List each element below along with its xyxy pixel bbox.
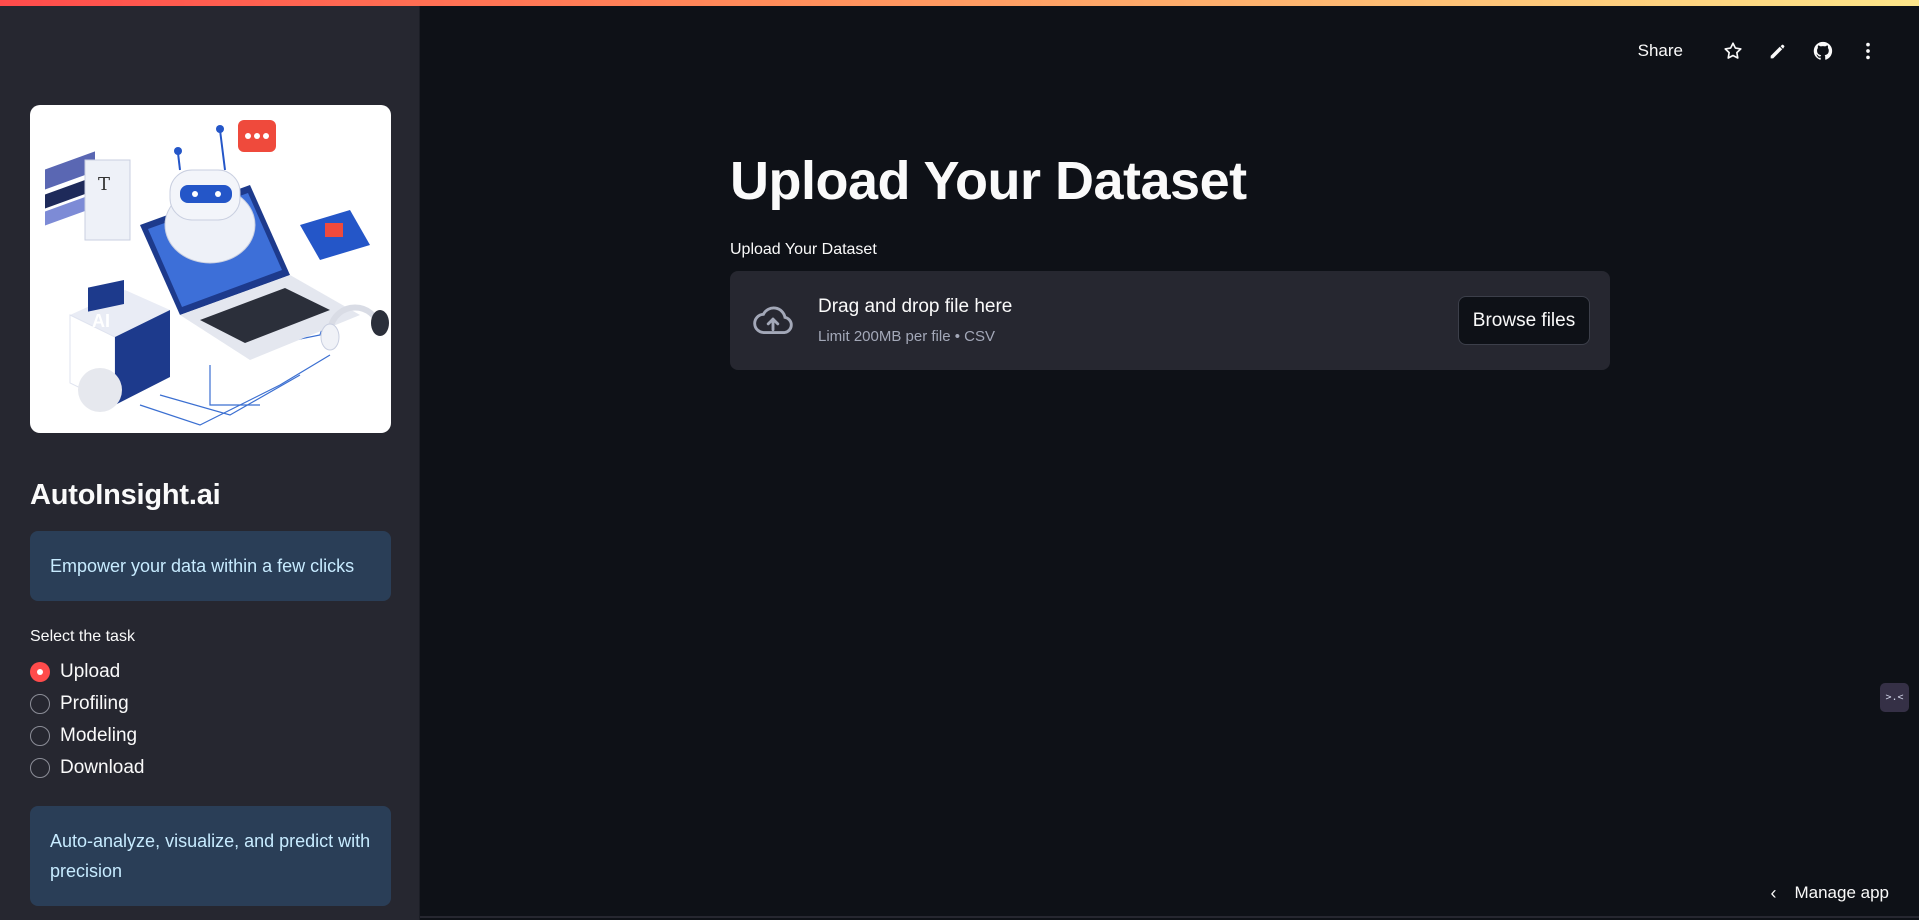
task-radio-group: Upload Profiling Modeling Download	[30, 656, 391, 784]
footer-info-box: Auto-analyze, visualize, and predict wit…	[30, 806, 391, 906]
radio-option-label: Profiling	[60, 693, 129, 714]
radio-option-label: Download	[60, 757, 145, 778]
share-button[interactable]: Share	[1626, 41, 1695, 61]
radio-selected-indicator[interactable]	[30, 662, 50, 682]
sidebar-content: T AI AutoInsight.ai Empower your data wi…	[30, 105, 391, 906]
manage-app-label: Manage app	[1794, 883, 1889, 902]
tagline-info-box: Empower your data within a few clicks	[30, 531, 391, 601]
svg-text:AI: AI	[92, 311, 110, 331]
top-decoration-stripe	[0, 0, 1919, 6]
floating-widget-button[interactable]: >.<	[1880, 683, 1909, 712]
dropzone-limit-text: Limit 200MB per file • CSV	[818, 328, 995, 345]
page-title: Upload Your Dataset	[730, 151, 1247, 211]
more-vertical-icon[interactable]	[1853, 36, 1883, 66]
file-uploader-label: Upload Your Dataset	[730, 241, 877, 258]
github-icon[interactable]	[1808, 36, 1838, 66]
ai-chip-icon: AI	[69, 280, 170, 412]
svg-text:T: T	[98, 174, 110, 195]
chevron-left-icon: ‹	[1770, 882, 1777, 903]
radio-indicator[interactable]	[30, 758, 50, 778]
widget-glyph: >.<	[1885, 692, 1904, 703]
radio-option-label: Modeling	[60, 725, 138, 746]
radio-option-profiling[interactable]: Profiling	[30, 688, 391, 720]
radio-option-modeling[interactable]: Modeling	[30, 720, 391, 752]
bottom-divider	[420, 916, 1919, 918]
star-icon[interactable]	[1718, 36, 1748, 66]
dropzone-instructions: Drag and drop file here Limit 200MB per …	[818, 296, 1458, 345]
file-dropzone[interactable]: Drag and drop file here Limit 200MB per …	[730, 271, 1610, 370]
books-icon: T	[45, 151, 131, 241]
radio-indicator[interactable]	[30, 694, 50, 714]
task-select-label: Select the task	[30, 628, 135, 645]
edit-icon[interactable]	[1763, 36, 1793, 66]
radio-option-upload[interactable]: Upload	[30, 656, 391, 688]
radio-option-label: Upload	[60, 661, 121, 682]
dropzone-title: Drag and drop file here	[818, 296, 1013, 317]
chat-bubble-icon	[238, 120, 276, 152]
app-root: T AI AutoInsight.ai Empower your data wi…	[0, 0, 1919, 920]
cloud-upload-icon	[750, 298, 796, 344]
sidebar: T AI AutoInsight.ai Empower your data wi…	[0, 0, 420, 920]
phone-icon	[300, 210, 370, 260]
radio-option-download[interactable]: Download	[30, 752, 391, 784]
header-toolbar: Share	[1626, 36, 1883, 66]
app-title: AutoInsight.ai	[30, 479, 221, 511]
sidebar-hero-illustration: T AI	[30, 105, 391, 433]
browse-files-button[interactable]: Browse files	[1458, 296, 1590, 345]
manage-app-button[interactable]: ‹ Manage app	[1770, 878, 1889, 908]
radio-indicator[interactable]	[30, 726, 50, 746]
